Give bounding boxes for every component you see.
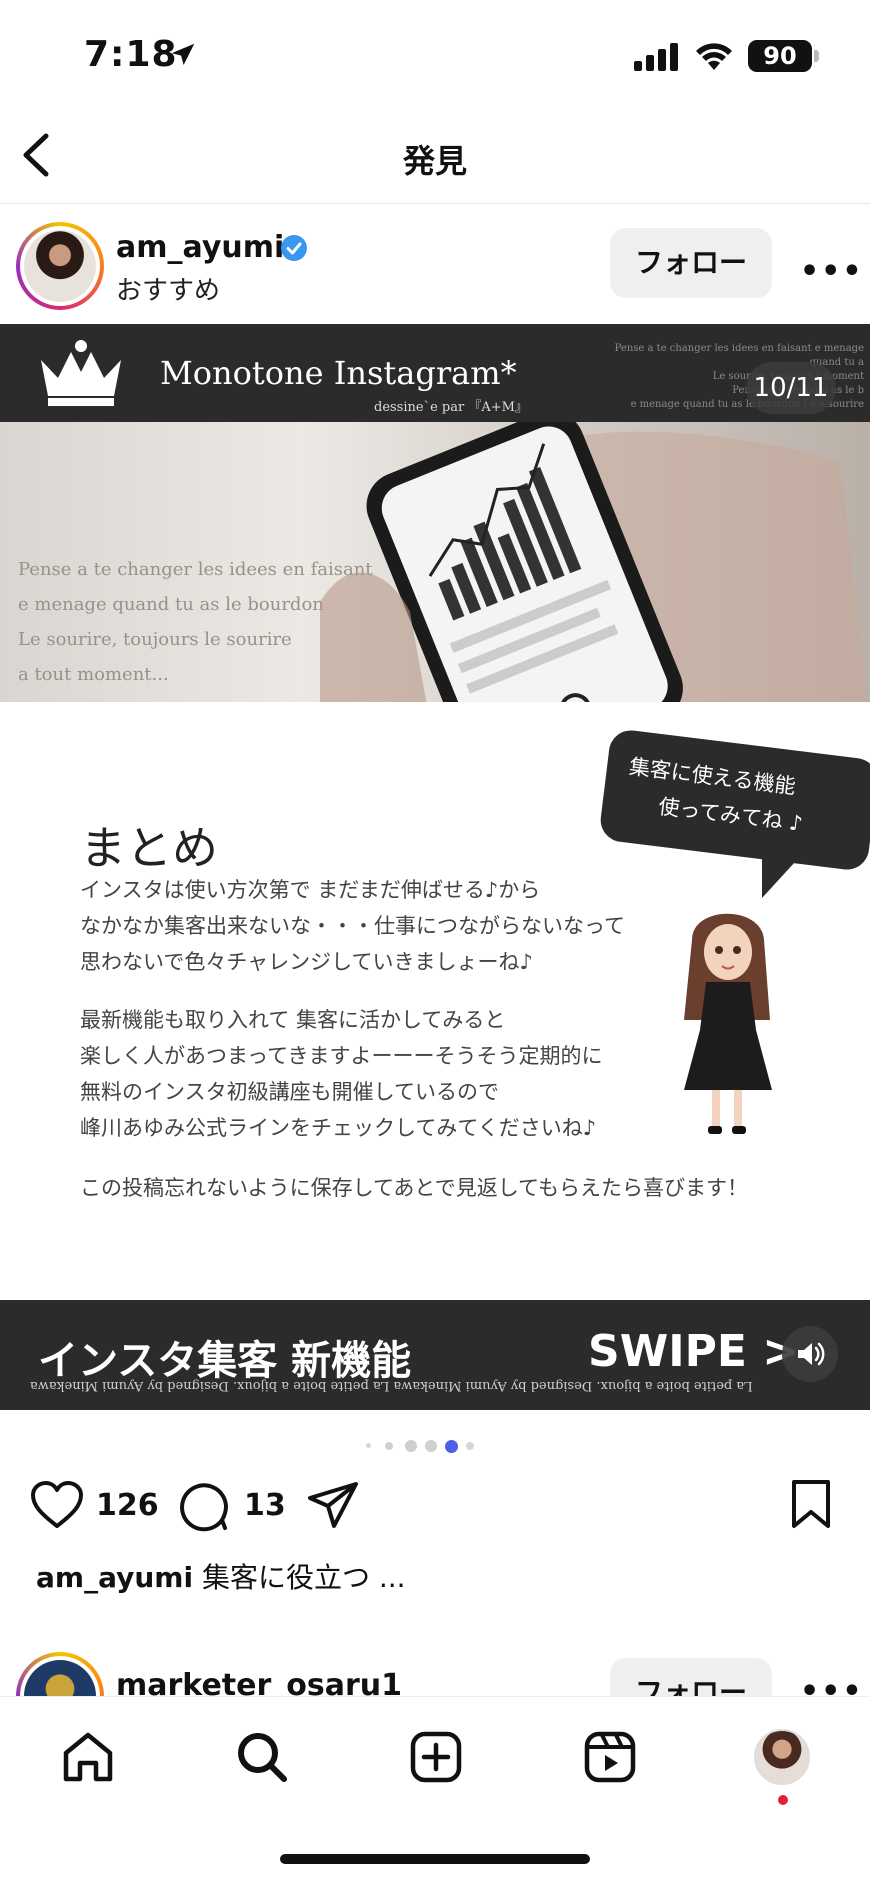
verified-badge-icon (281, 235, 307, 261)
carousel-dots (360, 1436, 500, 1456)
para-line: インスタは使い方次第で まだまだ伸ばせる♪から (80, 878, 541, 902)
summary-title: まとめ (80, 821, 218, 875)
media-bottom-banner: インスタ集客 新機能 SWIPE > La petite boite a bij… (0, 1300, 870, 1410)
carousel-counter: 10/11 (746, 362, 836, 414)
home-icon[interactable] (58, 1727, 118, 1787)
post-media[interactable]: Monotone Instagram* dessine`e par 『A+M』 … (0, 324, 870, 1410)
summary-section: まとめ 集客に使える機能 使ってみてね ♪ インスタは使い方次第で まだまだ伸ば… (0, 702, 870, 1300)
location-arrow-icon (171, 43, 195, 65)
footer-mirror-text: La petite boite a bijoux. Designed by Ay… (30, 1378, 753, 1393)
notification-dot (778, 1795, 788, 1805)
carousel-dot (385, 1442, 393, 1450)
follow-button[interactable]: フォロー (610, 228, 772, 298)
next-post-header: marketer_osaru1 フォロー ••• (0, 1648, 870, 1696)
battery-icon (814, 50, 819, 62)
clock: 7:18 (84, 34, 178, 75)
media-banner-subtitle: dessine`e par 『A+M』 (374, 400, 528, 415)
comment-count[interactable]: 13 (244, 1488, 286, 1523)
post-actions: 126 13 (0, 1468, 870, 1538)
home-indicator (280, 1854, 590, 1864)
cellular-signal-icon (634, 43, 678, 71)
share-send-icon[interactable] (306, 1480, 360, 1530)
next-avatar[interactable] (16, 1652, 104, 1696)
like-count[interactable]: 126 (96, 1488, 159, 1523)
media-photo: Pense a te changer les idees en faisant … (0, 422, 870, 702)
crown-icon (41, 340, 121, 406)
media-top-banner: Monotone Instagram* dessine`e par 『A+M』 … (0, 324, 870, 422)
post-username[interactable]: am_ayumi (116, 230, 284, 265)
profile-tab-avatar[interactable] (754, 1729, 810, 1785)
speaker-icon (798, 1342, 825, 1366)
para-line: 峰川あゆみ公式ラインをチェックしてみてくださいね♪ (80, 1116, 597, 1140)
summary-paragraph-3: この投稿忘れないように保存してあとで見返してもらえたら喜びます！ (80, 1176, 749, 1200)
next-username[interactable]: marketer_osaru1 (116, 1668, 402, 1696)
wifi-icon (696, 43, 732, 70)
para-line: 最新機能も取り入れて 集客に活かしてみると (80, 1008, 506, 1032)
create-post-icon[interactable] (406, 1727, 466, 1787)
para-line: 思わないで色々チャレンジしていきましょーね♪ (80, 950, 533, 974)
summary-paragraph-1: インスタは使い方次第で まだまだ伸ばせる♪から なかなか集客出来ないな・・・仕事… (80, 872, 625, 980)
next-follow-button[interactable]: フォロー (610, 1658, 772, 1696)
post-caption[interactable]: am_ayumi 集客に役立つ ... (36, 1556, 406, 1596)
next-avatar-photo (24, 1660, 96, 1696)
para-line: 無料のインスタ初級講座も開催しているので (80, 1080, 499, 1104)
carousel-dot-active (445, 1440, 458, 1453)
more-options-icon[interactable]: ••• (800, 254, 864, 289)
bubble-tail (762, 850, 806, 898)
heart-icon[interactable] (30, 1480, 84, 1530)
page-title: 発見 (402, 142, 467, 180)
reels-icon[interactable] (580, 1727, 640, 1787)
comment-icon[interactable] (178, 1480, 230, 1532)
para-line: 楽しく人があつまってきますよーーーそうそう定期的に (80, 1044, 603, 1068)
para-line: なかなか集客出来ないな・・・仕事につながらないなって (80, 914, 625, 938)
bookmark-icon[interactable] (788, 1478, 834, 1530)
phone-in-hand-illustration (320, 422, 868, 702)
status-bar: 7:18 90 (0, 0, 870, 110)
battery-level: 90 (748, 40, 812, 72)
post-header: am_ayumi おすすめ フォロー ••• (0, 204, 870, 324)
swipe-label: SWIPE > (588, 1326, 800, 1377)
avatar[interactable] (16, 222, 104, 310)
top-nav: 発見 (0, 110, 870, 204)
sound-toggle[interactable] (782, 1326, 838, 1382)
avatar-photo (24, 230, 96, 302)
carousel-dot (466, 1442, 474, 1450)
media-banner-title: Monotone Instagram* (160, 354, 517, 392)
carousel-dot (366, 1443, 371, 1448)
carousel-dot (425, 1440, 437, 1452)
girl-character-illustration (684, 913, 772, 1134)
post-subtitle: おすすめ (116, 276, 221, 306)
search-icon[interactable] (232, 1727, 292, 1787)
caption-username[interactable]: am_ayumi (36, 1561, 193, 1594)
summary-paragraph-2: 最新機能も取り入れて 集客に活かしてみると 楽しく人があつまってきますよーーーそ… (80, 1002, 602, 1146)
carousel-dot (405, 1440, 417, 1452)
speech-bubble: 集客に使える機能 使ってみてね ♪ (598, 727, 870, 873)
caption-text: 集客に役立つ ... (193, 1561, 406, 1594)
next-more-options-icon[interactable]: ••• (800, 1674, 864, 1696)
